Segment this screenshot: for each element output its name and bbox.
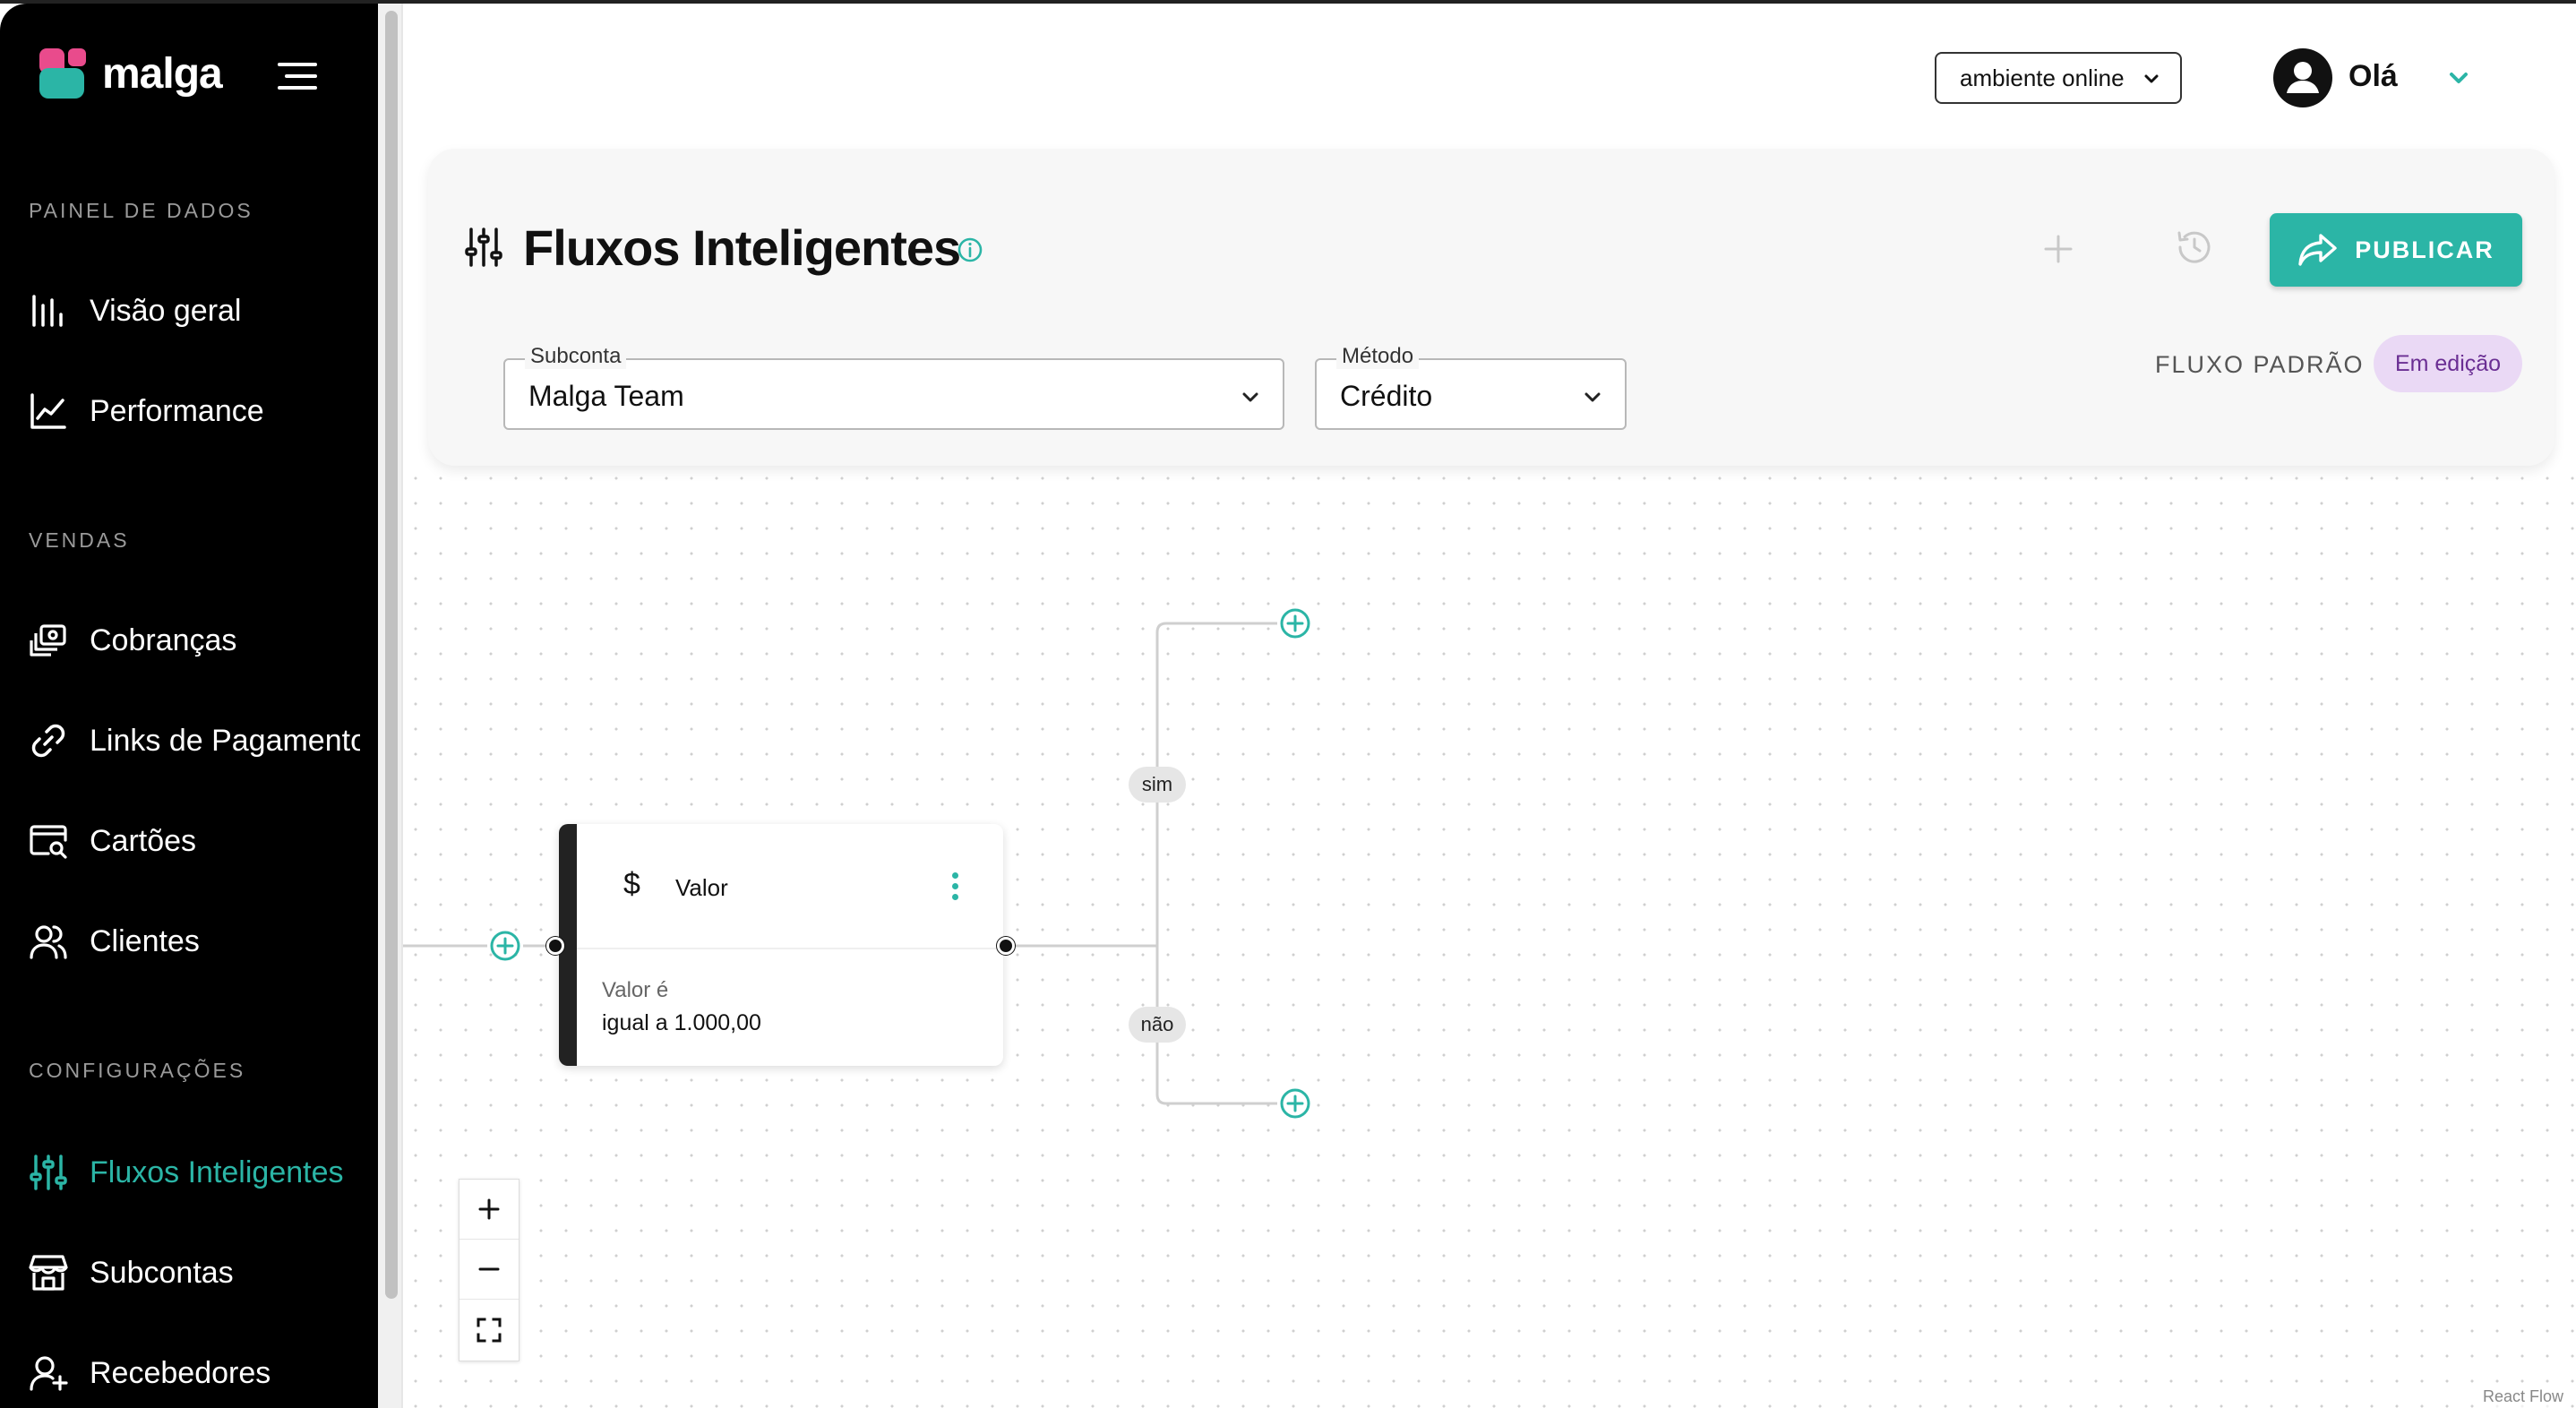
sidebar: malga PAINEL DE DADOS Visão geral Perfor… — [0, 4, 378, 1408]
publish-button-label: PUBLICAR — [2355, 236, 2494, 263]
branch-label-sim: sim — [1129, 767, 1186, 803]
sidebar-item-label: Subcontas — [90, 1255, 234, 1290]
section-title-vendas: VENDAS — [29, 528, 130, 552]
metodo-select-label: Método — [1336, 344, 1420, 369]
malga-logo-mark — [39, 48, 90, 99]
page-title: Fluxos Inteligentes — [523, 219, 961, 276]
react-flow-attribution[interactable]: React Flow — [2478, 1386, 2567, 1408]
section-title-configuracoes: CONFIGURAÇÕES — [29, 1059, 246, 1082]
sliders-icon — [465, 228, 502, 267]
plus-icon — [478, 1198, 500, 1220]
bar-chart-icon — [32, 295, 63, 327]
history-icon[interactable] — [2175, 228, 2214, 267]
sidebar-item-label: Visão geral — [90, 293, 242, 328]
users-icon — [30, 925, 67, 959]
store-icon — [29, 1255, 68, 1291]
logo-text: malga — [102, 49, 223, 98]
canvas-controls — [459, 1179, 519, 1361]
add-node-before-icon[interactable] — [488, 929, 522, 963]
card-search-icon — [30, 825, 67, 859]
sidebar-item-label: Performance — [90, 393, 264, 428]
user-menu-chevron-icon[interactable] — [2445, 64, 2472, 91]
node-output-handle[interactable] — [997, 937, 1015, 955]
line-chart-icon — [30, 393, 66, 429]
add-node-nao-icon[interactable] — [1278, 1086, 1312, 1120]
sidebar-item-links-pagamento[interactable]: Links de Pagamento — [29, 709, 360, 772]
metodo-select-value: Crédito — [1340, 380, 1433, 412]
node-header: $ Valor — [577, 824, 1003, 949]
fit-view-button[interactable] — [459, 1300, 519, 1360]
sidebar-scrollbar-thumb[interactable] — [385, 11, 398, 1299]
zoom-out-button[interactable] — [459, 1240, 519, 1300]
sidebar-item-cobrancas[interactable]: Cobranças — [29, 609, 360, 672]
subconta-select[interactable]: Subconta Malga Team — [503, 344, 1284, 430]
environment-select-value: ambiente online — [1960, 64, 2125, 91]
minus-icon — [478, 1267, 500, 1271]
more-options-icon[interactable] — [952, 872, 958, 905]
branch-label-nao: não — [1129, 1007, 1186, 1043]
flow-type-label: FLUXO PADRÃO — [2155, 351, 2365, 378]
link-icon — [31, 724, 65, 758]
metodo-select[interactable]: Método Crédito — [1315, 344, 1627, 430]
sidebar-item-performance[interactable]: Performance — [29, 380, 360, 442]
flow-node-valor[interactable]: $ Valor Valor é igual a 1.000,00 — [559, 824, 1003, 1066]
sidebar-item-label: Links de Pagamento — [90, 723, 360, 758]
add-icon[interactable] — [2040, 231, 2076, 267]
sidebar-item-label: Clientes — [90, 923, 200, 958]
environment-select[interactable]: ambiente online — [1935, 52, 2182, 104]
sidebar-item-cartoes[interactable]: Cartões — [29, 810, 360, 872]
sliders-icon — [30, 1155, 67, 1190]
fit-view-icon — [477, 1318, 502, 1342]
subconta-select-value: Malga Team — [528, 380, 684, 412]
info-icon[interactable] — [957, 236, 983, 263]
node-title: Valor — [675, 874, 728, 901]
sidebar-item-label: Recebedores — [90, 1355, 271, 1390]
charges-icon — [30, 624, 66, 657]
chevron-down-icon — [1584, 392, 1601, 402]
sidebar-item-label: Fluxos Inteligentes — [90, 1155, 344, 1189]
sidebar-item-label: Cartões — [90, 823, 197, 858]
chevron-down-icon — [1242, 392, 1258, 402]
logo[interactable]: malga — [39, 48, 223, 99]
share-arrow-icon — [2298, 234, 2337, 266]
publish-button[interactable]: PUBLICAR — [2270, 213, 2522, 287]
zoom-in-button[interactable] — [459, 1180, 519, 1240]
menu-toggle-icon[interactable] — [278, 63, 317, 90]
sidebar-item-label: Cobranças — [90, 622, 237, 657]
status-badge: Em edição — [2374, 335, 2522, 392]
subconta-select-label: Subconta — [525, 344, 627, 369]
add-node-sim-icon[interactable] — [1278, 606, 1312, 640]
sidebar-item-clientes[interactable]: Clientes — [29, 910, 360, 973]
sidebar-item-recebedores[interactable]: Recebedores — [29, 1342, 360, 1404]
sidebar-item-fluxos-inteligentes[interactable]: Fluxos Inteligentes — [29, 1141, 360, 1204]
user-avatar-icon — [2287, 62, 2319, 93]
node-condition-label: Valor é — [602, 978, 669, 1002]
user-greeting: Olá — [2348, 59, 2398, 93]
avatar[interactable] — [2273, 48, 2332, 107]
user-plus-icon — [30, 1356, 68, 1391]
node-input-handle[interactable] — [546, 937, 564, 955]
chevron-down-icon — [2144, 74, 2159, 83]
sidebar-item-subcontas[interactable]: Subcontas — [29, 1241, 360, 1304]
sidebar-item-visao-geral[interactable]: Visão geral — [29, 279, 360, 342]
node-condition-value: igual a 1.000,00 — [602, 1010, 761, 1035]
section-title-painel: PAINEL DE DADOS — [29, 199, 253, 222]
dollar-icon: $ — [623, 867, 640, 901]
